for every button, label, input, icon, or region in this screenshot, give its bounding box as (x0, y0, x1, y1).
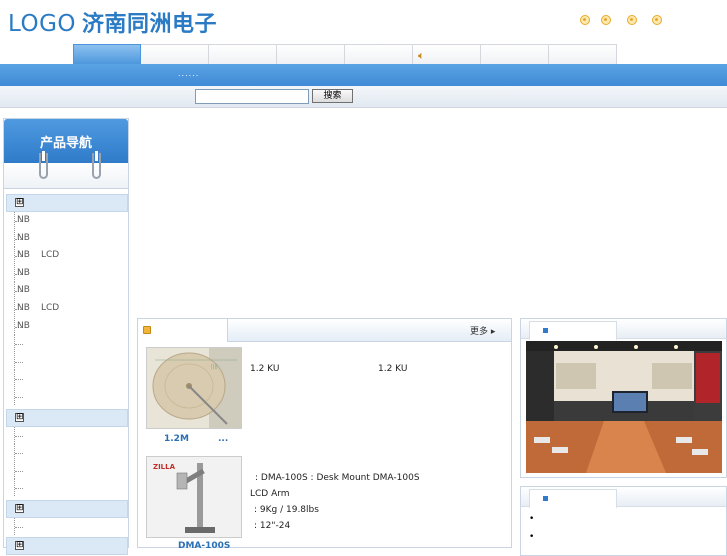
product-caption-extra[interactable]: ... (218, 434, 228, 444)
product-panel-tab[interactable] (138, 319, 228, 342)
hanger-hook-icon (39, 151, 48, 179)
news-panel: • • (520, 486, 727, 556)
sidebar-item[interactable] (14, 335, 128, 352)
marquee-text: ...... (178, 69, 200, 78)
square-bullet-icon (543, 328, 548, 333)
news-tab[interactable] (529, 489, 617, 508)
logo-text: LOGO (8, 11, 77, 37)
sidebar-item-suffix: LCD (41, 303, 60, 313)
expand-icon[interactable]: ⊞ (15, 541, 24, 550)
product-desc: : 9Kg / 19.8lbs (254, 505, 319, 515)
sidebar-item[interactable] (14, 370, 128, 387)
sidebar-item[interactable] (14, 462, 128, 479)
sidebar-item-label: NB (17, 303, 30, 313)
expand-icon[interactable]: ⊞ (15, 504, 24, 513)
orange-circle-icon[interactable] (627, 15, 637, 25)
sidebar-item-label: NB (17, 250, 30, 260)
brand-name: 济南同洲电子 (82, 12, 218, 37)
sidebar-item[interactable] (14, 353, 128, 370)
hanger-hook-icon (92, 151, 101, 179)
svg-text:||||: |||| (211, 364, 218, 370)
sidebar-item-label: NB (17, 233, 30, 243)
sidebar-item[interactable]: NB LCD (14, 247, 128, 264)
sidebar-header: 产品导航 (4, 119, 128, 163)
sidebar-item[interactable]: NB (14, 212, 128, 229)
sidebar-item[interactable] (14, 479, 128, 496)
sidebar-item-label: NB (17, 268, 30, 278)
product-caption[interactable]: DMA-100S (178, 541, 230, 551)
news-header (521, 487, 726, 508)
product-image-satellite-dish[interactable]: |||| (146, 347, 242, 429)
expand-icon[interactable]: ⊞ (15, 413, 24, 422)
search-bar: 搜索 (0, 86, 727, 108)
showroom-tab[interactable] (529, 321, 617, 340)
sidebar-item[interactable] (14, 518, 128, 535)
nav-tab[interactable] (141, 44, 209, 65)
orange-circle-icon[interactable] (652, 15, 662, 25)
main-nav: 🔈︎ (73, 44, 617, 65)
sidebar-item[interactable]: NB (14, 265, 128, 282)
sidebar-item-label: NB (17, 215, 30, 225)
sidebar-item-label: NB (17, 285, 30, 295)
site-logo[interactable]: LOGO 济南同洲电子 (8, 6, 217, 38)
nav-tab[interactable] (209, 44, 277, 65)
product-desc: : DMA-100S : Desk Mount DMA-100S (255, 473, 420, 483)
category-row[interactable]: ⊞ (6, 500, 128, 518)
more-label: 更多 (470, 327, 489, 337)
product-desc: : 12"-24 (254, 521, 291, 531)
orange-circle-icon[interactable] (580, 15, 590, 25)
category-row[interactable]: ⊞ (6, 409, 128, 427)
square-bullet-icon (543, 496, 548, 501)
product-panel: 更多 ▸ |||| 1.2M ... 1.2 KU 1.2 KU ZILLA D… (137, 318, 512, 551)
nav-tab[interactable]: 🔈︎ (413, 44, 481, 65)
showroom-photo[interactable] (526, 341, 722, 473)
nav-tab-home[interactable] (73, 44, 141, 65)
product-panel-header: 更多 ▸ (138, 319, 511, 342)
search-input[interactable] (195, 89, 309, 104)
brand-mark: ZILLA (153, 463, 176, 471)
sidebar-item[interactable] (14, 444, 128, 461)
more-link[interactable]: 更多 ▸ (470, 324, 495, 337)
sidebar-item[interactable]: NB LCD (14, 300, 128, 317)
expand-icon[interactable]: ⊞ (15, 198, 24, 207)
nav-tab[interactable] (481, 44, 549, 65)
sidebar-item[interactable] (14, 388, 128, 405)
sidebar-item[interactable]: NB (14, 230, 128, 247)
showroom-header (521, 319, 726, 340)
product-desc: LCD Arm (250, 489, 290, 499)
sidebar-item[interactable] (14, 427, 128, 444)
news-bullet[interactable]: • (529, 514, 534, 524)
category-row[interactable]: ⊞ (6, 537, 128, 555)
speaker-icon: 🔈︎ (418, 49, 425, 62)
nav-tab[interactable] (277, 44, 345, 65)
orange-circle-icon[interactable] (601, 15, 611, 25)
news-bullet[interactable]: • (529, 532, 534, 542)
nav-tab[interactable] (345, 44, 413, 65)
product-image-lcd-arm[interactable]: ZILLA (146, 456, 242, 538)
sidebar-title: 产品导航 (39, 136, 92, 151)
folder-icon (143, 326, 151, 334)
marquee-bar: ...... (0, 64, 727, 86)
sidebar-item[interactable]: NB (14, 318, 128, 335)
showroom-panel (520, 318, 727, 478)
product-desc: 1.2 KU (378, 364, 408, 374)
nav-tab[interactable] (549, 44, 617, 65)
product-nav-sidebar: 产品导航 ⊞ NB NB NB LCD NB NB NB LCD NB ⊞ ⊞ ⊞ (3, 118, 129, 555)
product-caption[interactable]: 1.2M (164, 434, 189, 444)
sidebar-hanger (4, 163, 128, 189)
sidebar-item-label: NB (17, 321, 30, 331)
sidebar-item[interactable]: NB (14, 282, 128, 299)
product-desc: 1.2 KU (250, 364, 280, 374)
search-button[interactable]: 搜索 (312, 89, 353, 103)
category-row[interactable]: ⊞ (6, 194, 128, 212)
sidebar-item-suffix: LCD (41, 250, 60, 260)
